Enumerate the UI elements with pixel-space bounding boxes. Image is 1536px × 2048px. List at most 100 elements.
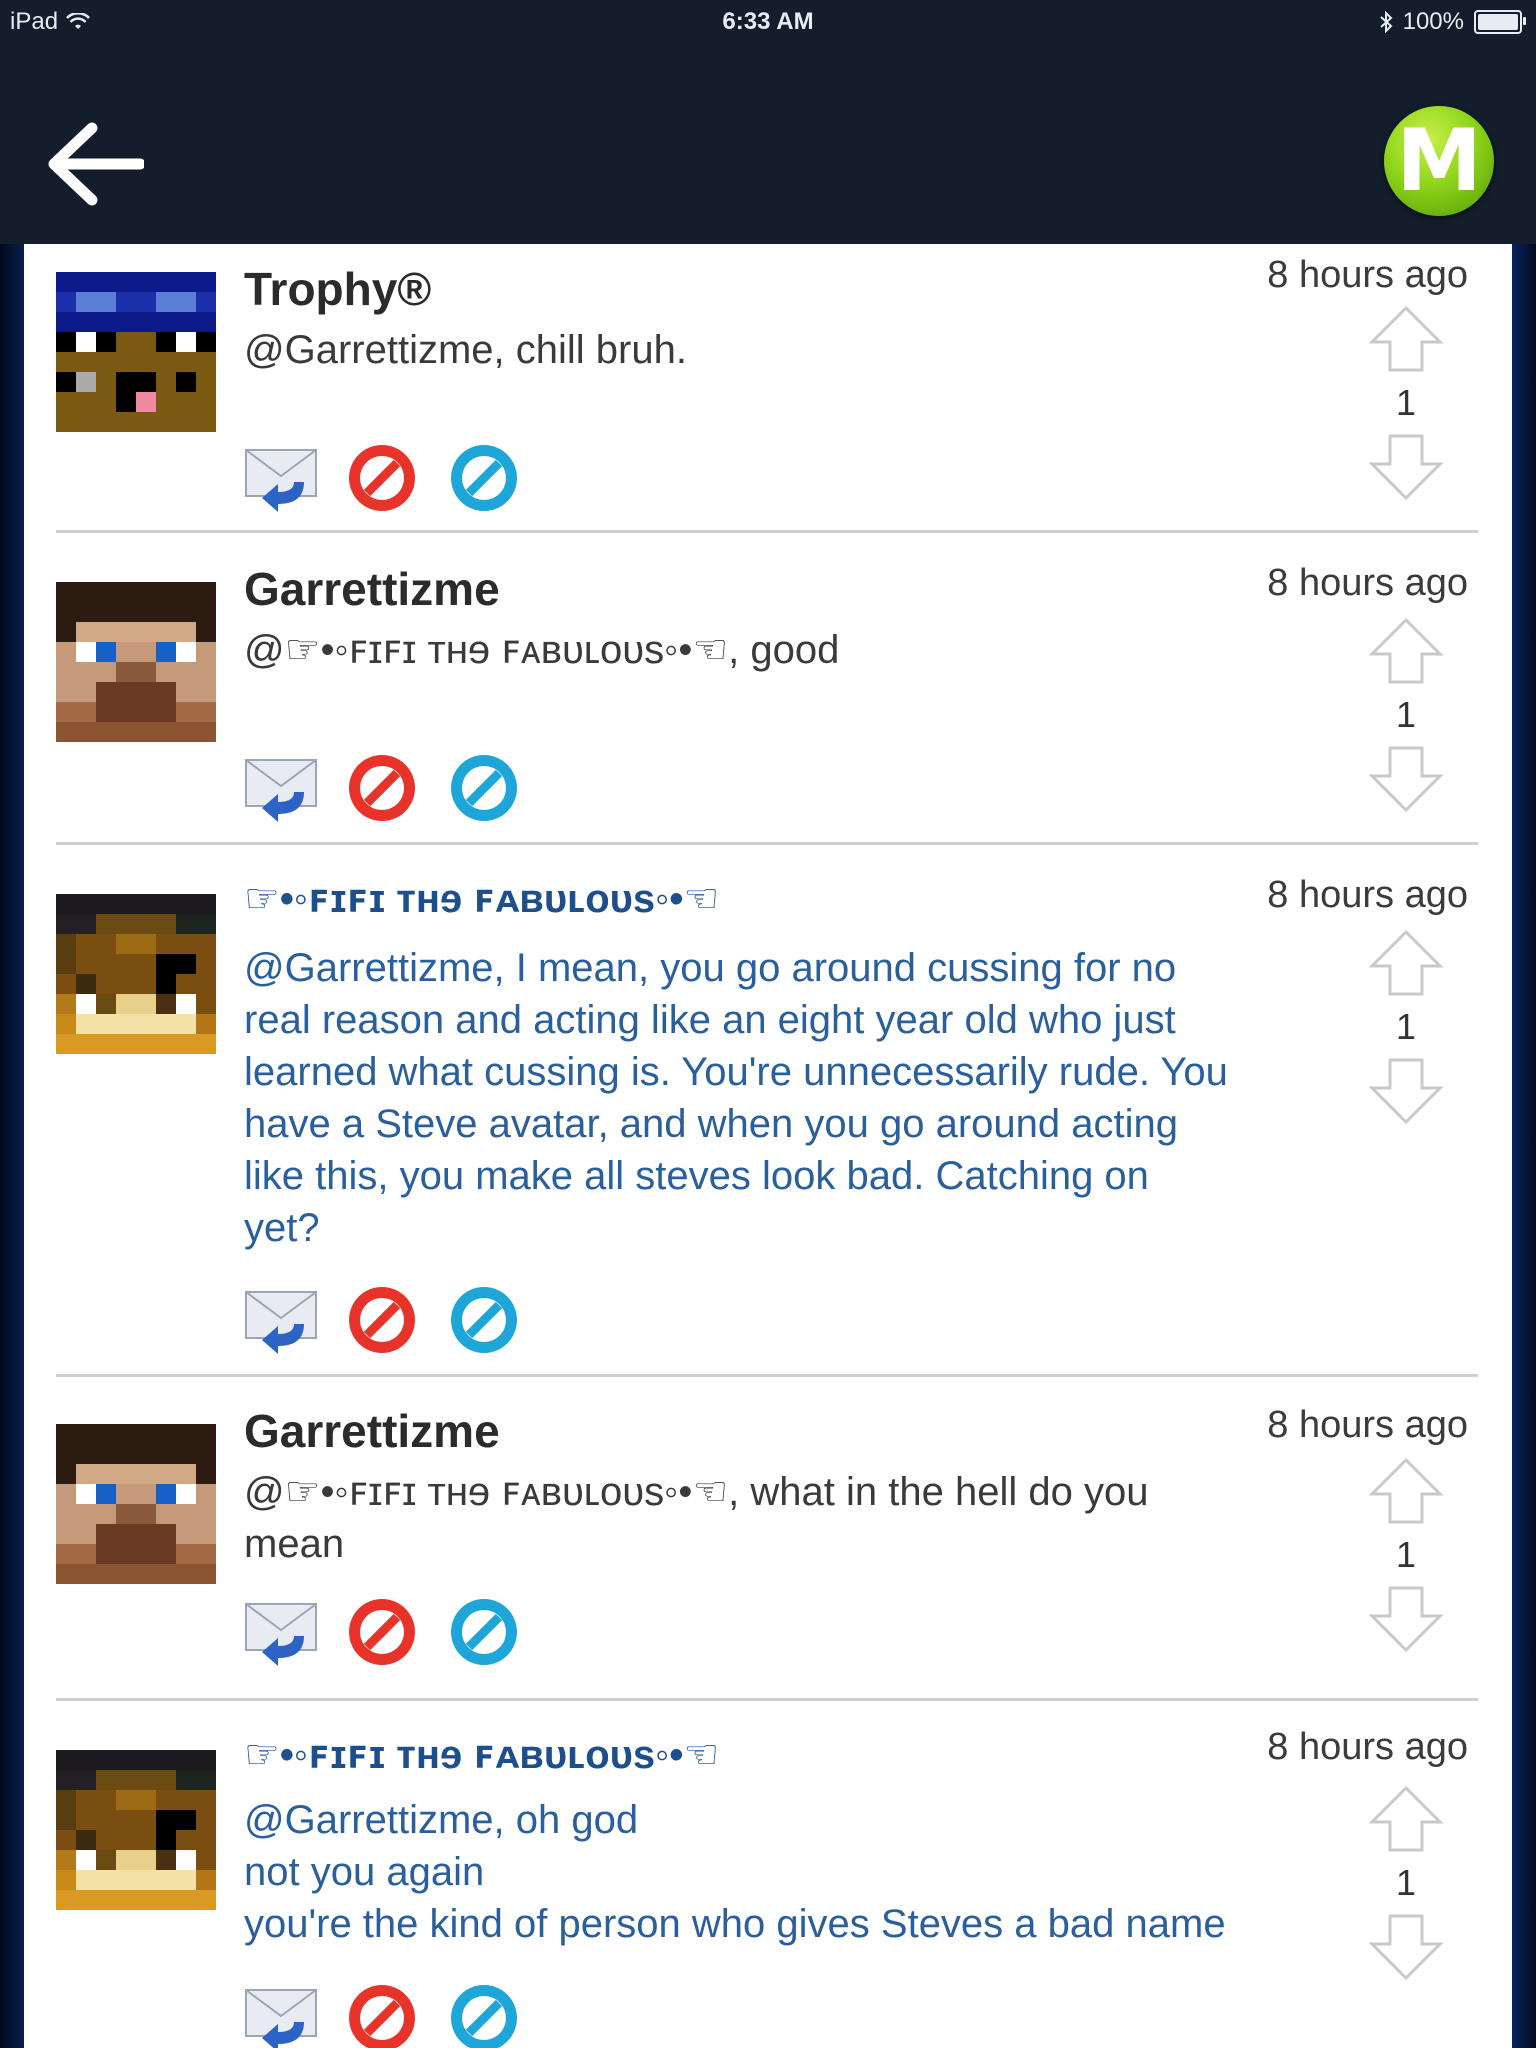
nav-bar: M [0,42,1536,244]
bluetooth-icon [1379,11,1393,33]
divider [56,1374,1478,1377]
mute-button[interactable] [448,442,520,514]
fifi-avatar-image [56,1750,216,1910]
upvote-arrow-icon[interactable] [1366,928,1446,998]
mute-button[interactable] [448,752,520,824]
comment-text-line: yet? [244,1206,320,1250]
comment-item: Garrettizme 8 hours ago @☞•◦ꜰɪꜰɪ ᴛʜɘ ꜰᴀʙ… [56,1378,1478,1702]
reply-button[interactable] [244,1284,317,1356]
comment-text-line: @Garrettizme, oh god [244,1798,639,1842]
downvote-arrow-icon[interactable] [1366,1056,1446,1126]
reply-envelope-icon [245,449,317,512]
vote-controls: 1 [1366,304,1446,502]
avatar[interactable] [56,1424,216,1584]
comment-text-line: learned what cussing is. You're unnecess… [244,1050,1228,1094]
battery-percent: 100% [1402,8,1464,35]
clock: 6:33 AM [722,8,814,35]
reply-button[interactable] [244,752,317,824]
status-bar: iPad 6:33 AM 100% [0,0,1536,42]
back-button[interactable] [48,122,146,206]
vote-count: 1 [1395,1006,1417,1047]
vote-count: 1 [1395,1534,1417,1575]
comment-text-line: like this, you make all steves look bad.… [244,1154,1149,1198]
mute-button[interactable] [448,1596,520,1668]
comment-text: @Garrettizme, chill bruh. [244,328,687,372]
comment-timestamp: 8 hours ago [1267,562,1468,604]
block-blue-icon [451,1599,517,1665]
block-red-icon [349,1599,415,1665]
comment-timestamp: 8 hours ago [1267,1404,1468,1446]
comment-text-line: real reason and acting like an eight yea… [244,998,1176,1042]
comment-actions [244,752,520,824]
vote-count: 1 [1395,694,1417,735]
divider [56,530,1478,533]
block-button[interactable] [346,1982,418,2048]
comment-username[interactable]: Garrettizme [244,1404,500,1458]
vote-controls: 1 [1366,1456,1446,1654]
comment-actions [244,1596,520,1668]
comment-text-line: @☞•◦ꜰɪꜰɪ ᴛʜɘ ꜰᴀʙᴜʟᴏᴜs◦•☜, what in the he… [244,1470,1149,1514]
comment-item: Garrettizme 8 hours ago @☞•◦ꜰɪꜰɪ ᴛʜɘ ꜰᴀʙ… [56,534,1478,846]
block-red-icon [349,755,415,821]
block-blue-icon [451,755,517,821]
comment-username[interactable]: ☞•◦ꜰɪꜰɪ ᴛʜɘ ꜰᴀʙᴜʟᴏᴜs◦•☜ [244,876,719,922]
vote-count: 1 [1395,382,1417,423]
reply-envelope-icon [245,1603,317,1666]
block-button[interactable] [346,442,418,514]
app-logo-button[interactable]: M [1384,106,1494,216]
steve-avatar-image [56,582,216,742]
mute-button[interactable] [448,1982,520,2048]
comment-actions [244,1982,520,2048]
comment-text-line: mean [244,1522,345,1566]
reply-button[interactable] [244,1596,317,1668]
downvote-arrow-icon[interactable] [1366,744,1446,814]
comment-item: ☞•◦ꜰɪꜰɪ ᴛʜɘ ꜰᴀʙᴜʟᴏᴜs◦•☜ 8 hours ago @Gar… [56,1702,1478,2048]
downvote-arrow-icon[interactable] [1366,1912,1446,1982]
comment-feed: Trophy® 8 hours ago @Garrettizme, chill … [24,244,1512,2048]
block-button[interactable] [346,1596,418,1668]
downvote-arrow-icon[interactable] [1366,432,1446,502]
upvote-arrow-icon[interactable] [1366,304,1446,374]
reply-button[interactable] [244,1982,317,2048]
comment-username[interactable]: Garrettizme [244,562,500,616]
vote-controls: 1 [1366,928,1446,1126]
reply-envelope-icon [245,1989,317,2048]
mute-button[interactable] [448,1284,520,1356]
trophy-avatar-image [56,272,216,432]
comment-text: @Garrettizme, I mean, you go around cuss… [244,942,1294,1254]
avatar[interactable] [56,894,216,1054]
comment-text: @Garrettizme, oh god not you again you'r… [244,1794,1294,1950]
comment-timestamp: 8 hours ago [1267,874,1468,916]
comment-username[interactable]: Trophy® [244,262,431,316]
vote-controls: 1 [1366,1784,1446,1982]
comment-username[interactable]: ☞•◦ꜰɪꜰɪ ᴛʜɘ ꜰᴀʙᴜʟᴏᴜs◦•☜ [244,1732,719,1778]
block-red-icon [349,1985,415,2048]
battery-icon [1474,10,1526,34]
comment-text-line: not you again [244,1850,485,1894]
avatar[interactable] [56,1750,216,1910]
block-button[interactable] [346,1284,418,1356]
comment-text: @☞•◦ꜰɪꜰɪ ᴛʜɘ ꜰᴀʙᴜʟᴏᴜs◦•☜, what in the he… [244,1466,1294,1570]
reply-button[interactable] [244,442,317,514]
downvote-arrow-icon[interactable] [1366,1584,1446,1654]
divider [56,1698,1478,1701]
upvote-arrow-icon[interactable] [1366,1784,1446,1854]
block-blue-icon [451,1287,517,1353]
upvote-arrow-icon[interactable] [1366,616,1446,686]
comment-text-line: @Garrettizme, I mean, you go around cuss… [244,946,1177,990]
comment-timestamp: 8 hours ago [1267,1726,1468,1768]
fifi-avatar-image [56,894,216,1054]
comment-text-line: you're the kind of person who gives Stev… [244,1902,1226,1946]
vote-count: 1 [1395,1862,1417,1903]
avatar[interactable] [56,582,216,742]
upvote-arrow-icon[interactable] [1366,1456,1446,1526]
comment-text-line: have a Steve avatar, and when you go aro… [244,1102,1179,1146]
block-button[interactable] [346,752,418,824]
block-red-icon [349,1287,415,1353]
vote-controls: 1 [1366,616,1446,814]
comment-text: @☞•◦ꜰɪꜰɪ ᴛʜɘ ꜰᴀʙᴜʟᴏᴜs◦•☜, good [244,628,840,672]
block-blue-icon [451,1985,517,2048]
block-red-icon [349,445,415,511]
avatar[interactable] [56,272,216,432]
comment-item: ☞•◦ꜰɪꜰɪ ᴛʜɘ ꜰᴀʙᴜʟᴏᴜs◦•☜ 8 hours ago @Gar… [56,846,1478,1378]
